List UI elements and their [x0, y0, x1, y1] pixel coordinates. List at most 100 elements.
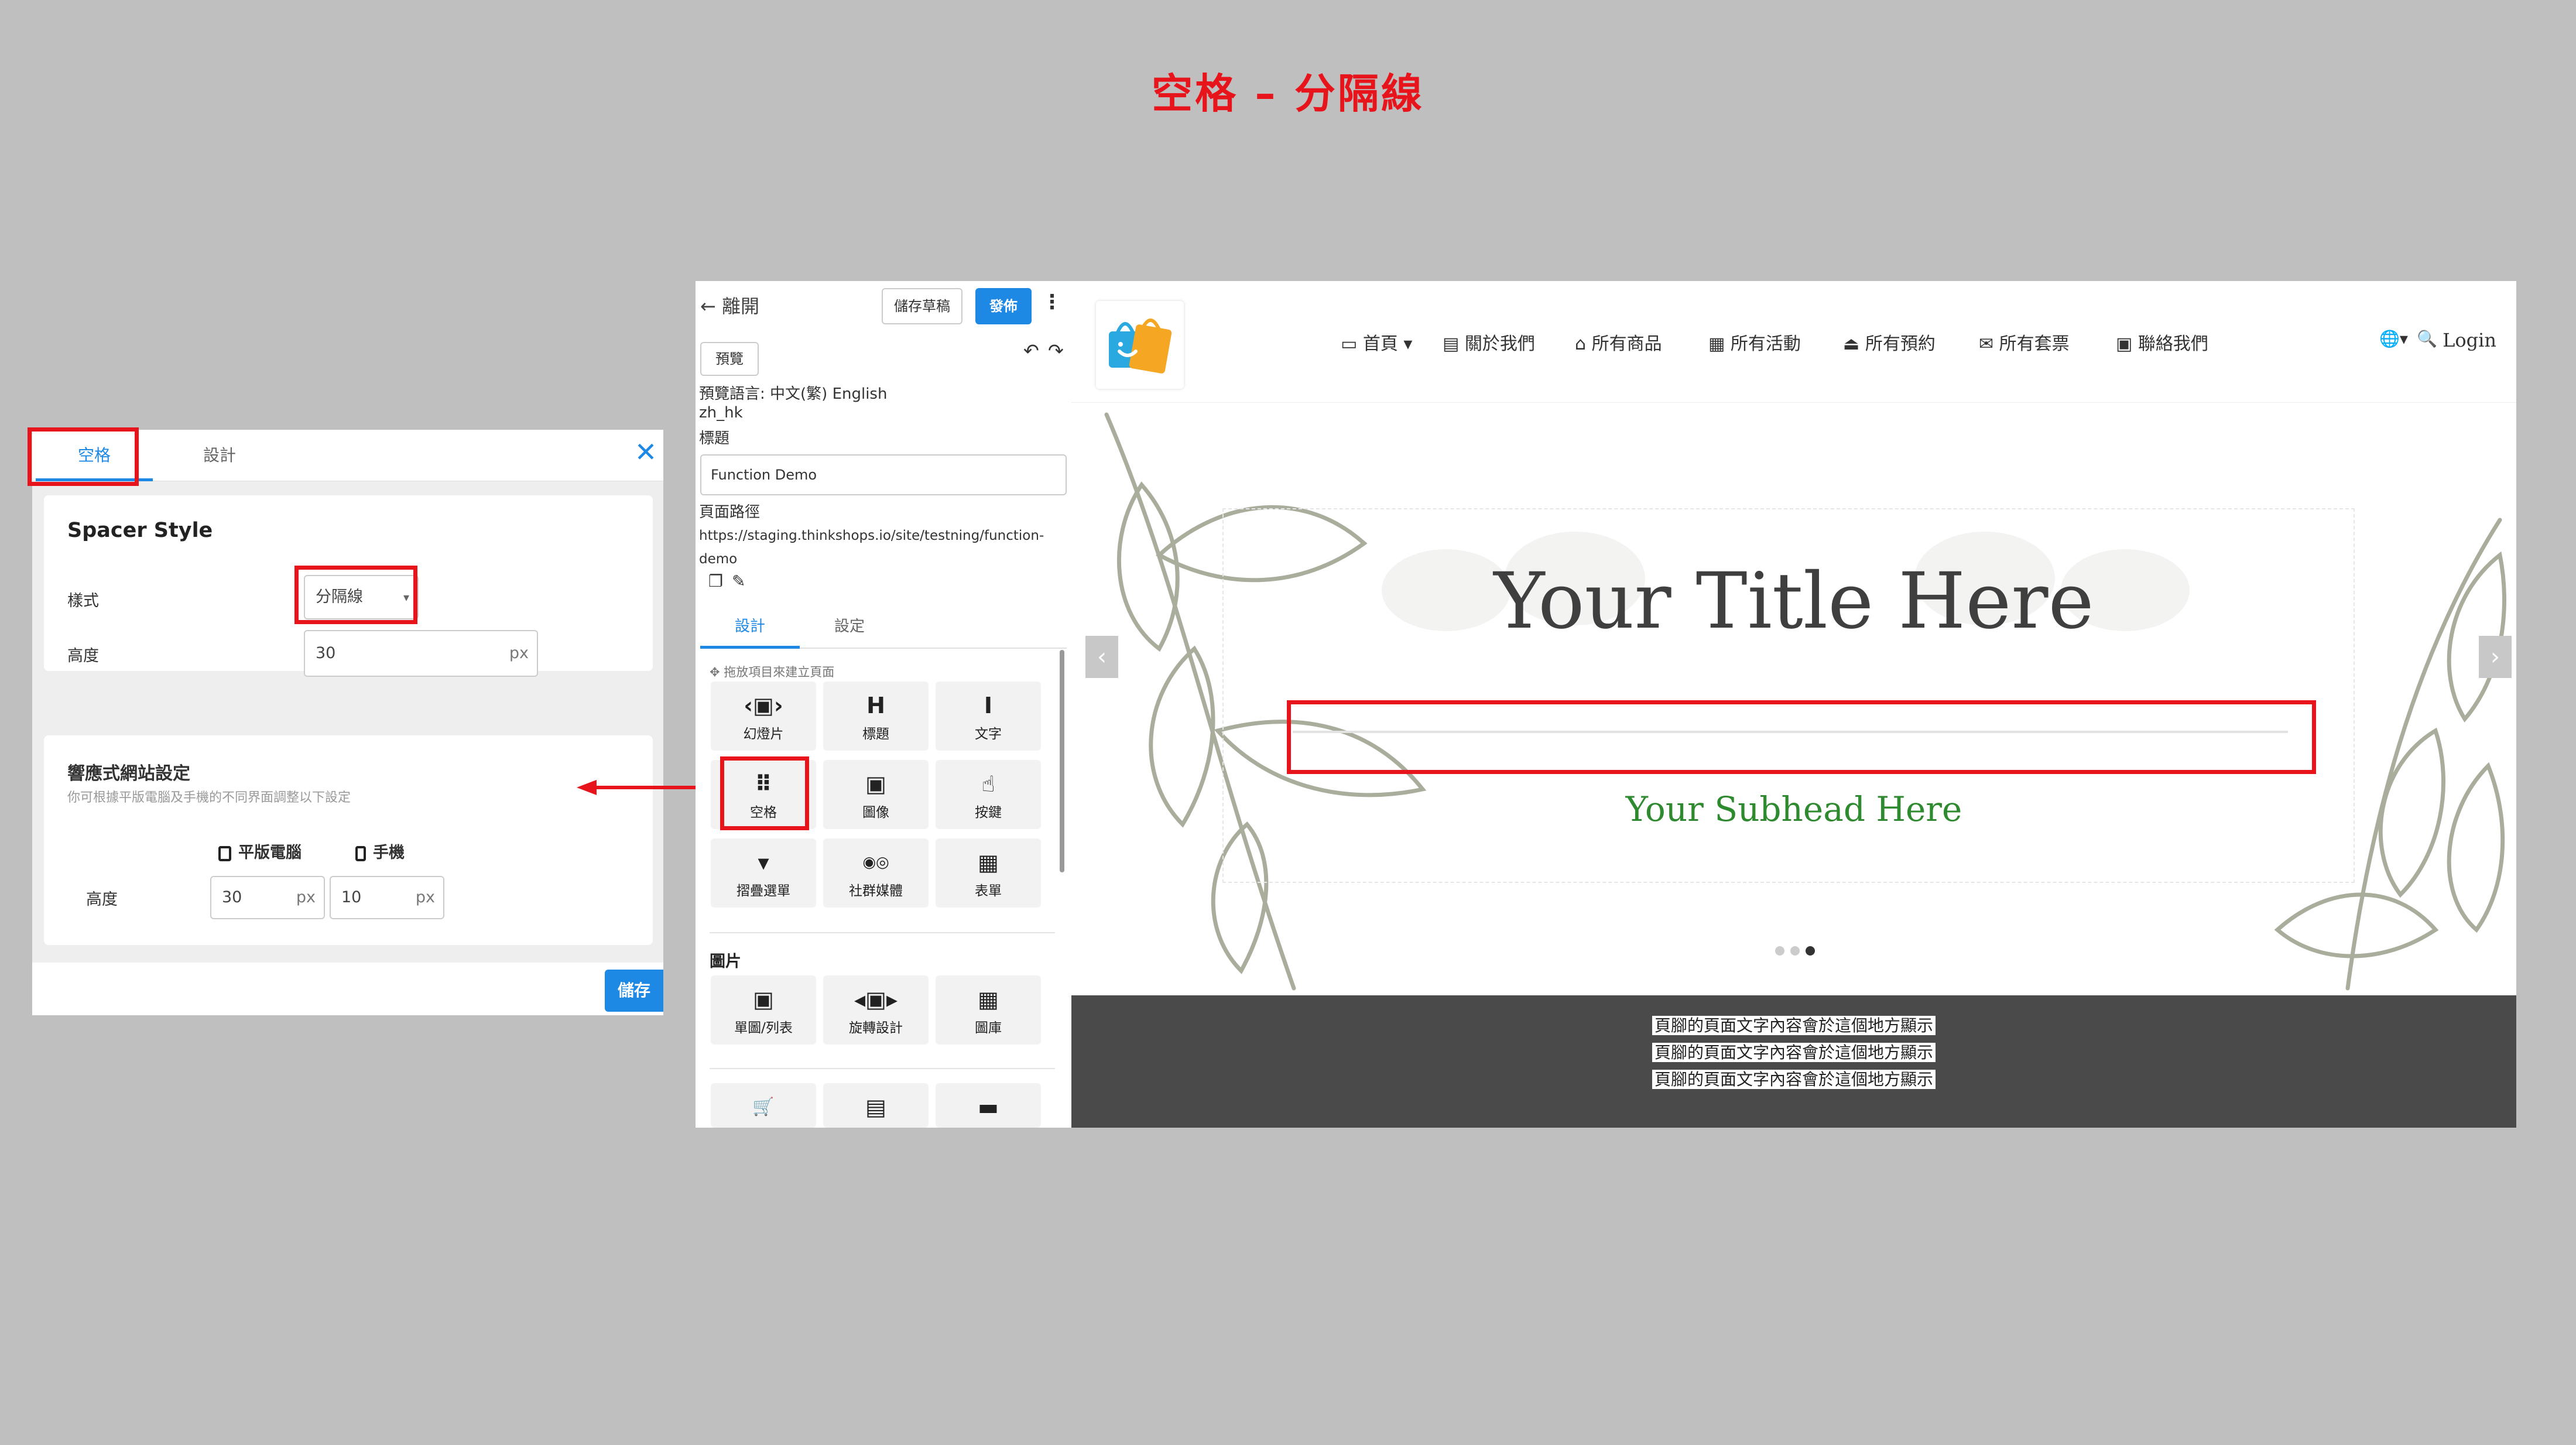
form-icon: ▦	[978, 850, 999, 875]
height-label: 高度	[67, 647, 99, 665]
component-blog[interactable]: ▤	[823, 1083, 929, 1128]
ticket-icon: ▬	[978, 1094, 999, 1120]
nav-all-products[interactable]: ⌂ 所有商品	[1575, 329, 1662, 355]
slide-next-button[interactable]: ›	[2479, 636, 2512, 678]
hero-subhead: Your Subhead Here	[1625, 789, 1962, 829]
carousel-icon: ◂▣▸	[854, 987, 898, 1012]
login-link[interactable]: Login	[2443, 329, 2496, 351]
component-accordion[interactable]: ▾ 摺疊選單	[711, 838, 816, 908]
component-button[interactable]: ☝ 按鍵	[936, 760, 1041, 829]
component-shop[interactable]: 🛒	[711, 1083, 816, 1128]
images-section-heading: 圖片	[710, 953, 741, 971]
page-path-line1: https://staging.thinkshops.io/site/testn…	[699, 528, 1044, 543]
nav-all-bookings[interactable]: ⏏ 所有預約	[1843, 329, 1936, 355]
tab-design[interactable]: 設計	[161, 430, 278, 481]
mobile-icon	[355, 845, 366, 861]
preview-button[interactable]: 預覽	[700, 342, 759, 376]
component-image[interactable]: ▣ 圖像	[823, 760, 929, 829]
dropdown-icon: ▾	[758, 850, 769, 875]
slide-dot-3-active[interactable]	[1806, 946, 1815, 956]
nav-home[interactable]: ▭ 首頁 ▾	[1341, 329, 1412, 355]
slide-dot-1[interactable]	[1775, 946, 1784, 956]
hero-title: Your Title Here	[1493, 556, 2094, 646]
copy-icon[interactable]: ❐	[708, 571, 723, 591]
close-icon[interactable]: ✕	[632, 438, 660, 466]
editor-tabs: 設計 設定	[700, 604, 1067, 649]
component-single-image[interactable]: ▣ 單圖/列表	[711, 975, 816, 1045]
tab-editor-design[interactable]: 設計	[700, 604, 800, 649]
save-bar: 儲存	[32, 963, 663, 1015]
page-editor-panel: ← 離開 儲存草稿 發佈 ⋮ 預覽 ↶ ↷ 預覽語言: 中文(繁) Englis…	[696, 281, 1071, 1128]
slideshow-icon: ‹▣›	[744, 693, 783, 718]
image-icon: ▣	[753, 987, 774, 1012]
component-heading[interactable]: H 標題	[823, 682, 929, 751]
mobile-height-unit: px	[415, 888, 435, 906]
component-gallery[interactable]: ▦ 圖庫	[936, 975, 1041, 1045]
responsive-settings-card: 響應式網站設定 你可根據平版電腦及手機的不同界面調整以下設定 平版電腦 手機 高…	[44, 735, 653, 945]
tablet-icon	[218, 845, 231, 861]
save-button[interactable]: 儲存	[605, 970, 663, 1012]
text-cursor-icon: I	[984, 693, 993, 718]
redo-icon[interactable]: ↷	[1048, 340, 1064, 362]
height-input-value: 30	[316, 644, 336, 662]
spacer-style-title: Spacer Style	[67, 519, 213, 542]
tab-editor-settings[interactable]: 設定	[800, 604, 899, 649]
edit-icon[interactable]: ✎	[732, 571, 745, 591]
section-divider	[710, 932, 1055, 933]
responsive-height-label: 高度	[86, 891, 118, 909]
path-label: 頁面路徑	[699, 504, 761, 521]
nav-about-us[interactable]: ▤ 關於我們	[1443, 329, 1535, 355]
section-divider	[710, 1068, 1055, 1069]
mobile-height-input[interactable]: 10 px	[330, 876, 444, 919]
undo-icon[interactable]: ↶	[1023, 340, 1039, 362]
highlight-spacer-tab	[28, 427, 139, 486]
tablet-header: 平版電腦	[218, 840, 302, 862]
highlight-spacer-component	[720, 756, 809, 830]
news-icon: ▤	[865, 1094, 886, 1120]
slide-prev-button[interactable]: ‹	[1085, 636, 1118, 678]
footer-text-line: 頁腳的頁面文字內容會於這個地方顯示	[1071, 1067, 2516, 1090]
height-unit: px	[509, 644, 529, 662]
more-options-icon[interactable]: ⋮	[1042, 290, 1062, 314]
component-slideshow[interactable]: ‹▣› 幻燈片	[711, 682, 816, 751]
search-icon[interactable]: 🔍	[2417, 329, 2437, 348]
title-input[interactable]: Function Demo	[700, 454, 1067, 495]
component-form[interactable]: ▦ 表單	[936, 838, 1041, 908]
title-label: 標題	[699, 430, 730, 447]
site-preview: ▭ 首頁 ▾ ▤ 關於我們 ⌂ 所有商品 ▦ 所有活動 ⏏ 所有預約 ✉ 所有套…	[1071, 281, 2516, 1128]
component-ticket[interactable]: ▬	[936, 1083, 1041, 1128]
save-draft-button[interactable]: 儲存草稿	[882, 288, 962, 324]
style-label: 樣式	[67, 592, 99, 610]
tablet-height-unit: px	[296, 888, 316, 906]
publish-button[interactable]: 發佈	[975, 288, 1032, 324]
tablet-height-input[interactable]: 30 px	[210, 876, 325, 919]
page-path-line2: demo	[699, 552, 738, 567]
component-social-media[interactable]: ◉◎ 社群媒體	[823, 838, 929, 908]
spacer-style-card: Spacer Style 樣式 分隔線 ▾ 高度 30 px	[44, 495, 653, 677]
slide-dot-2[interactable]	[1790, 946, 1800, 956]
nav-contact-us[interactable]: ▣ 聯絡我們	[2116, 329, 2208, 355]
slide-title: 空格 – 分隔線	[1152, 70, 1424, 118]
editor-scrollbar[interactable]	[1060, 650, 1064, 872]
nav-all-packages[interactable]: ✉ 所有套票	[1979, 329, 2070, 355]
shopping-bag-logo-icon	[1109, 319, 1172, 374]
pointer-hand-icon: ☝	[981, 771, 995, 797]
site-footer: 頁腳的頁面文字內容會於這個地方顯示 頁腳的頁面文字內容會於這個地方顯示 頁腳的頁…	[1071, 995, 2516, 1128]
component-text[interactable]: I 文字	[936, 682, 1041, 751]
leave-link[interactable]: ← 離開	[700, 292, 759, 319]
nav-all-events[interactable]: ▦ 所有活動	[1708, 329, 1801, 355]
height-input[interactable]: 30 px	[304, 630, 538, 677]
hero-slideshow: Your Title Here Your Subhead Here ‹ ›	[1071, 403, 2516, 995]
image-icon: ▣	[865, 771, 886, 797]
spacer-settings-panel: 空格 設計 ✕ Spacer Style 樣式 分隔線 ▾ 高度 30 px 響…	[28, 427, 663, 1015]
footer-text-line: 頁腳的頁面文字內容會於這個地方顯示	[1071, 1040, 2516, 1063]
component-carousel[interactable]: ◂▣▸ 旋轉設計	[823, 975, 929, 1045]
responsive-title: 響應式網站設定	[67, 763, 190, 784]
footer-text-line: 頁腳的頁面文字內容會於這個地方顯示	[1071, 1013, 2516, 1036]
mobile-height-value: 10	[341, 888, 362, 906]
responsive-description: 你可根據平版電腦及手機的不同界面調整以下設定	[67, 790, 351, 805]
language-globe-icon[interactable]: 🌐▾	[2379, 329, 2408, 348]
locale-code: zh_hk	[699, 404, 743, 422]
shop-logo[interactable]	[1096, 301, 1184, 389]
highlight-style-select	[294, 566, 417, 624]
